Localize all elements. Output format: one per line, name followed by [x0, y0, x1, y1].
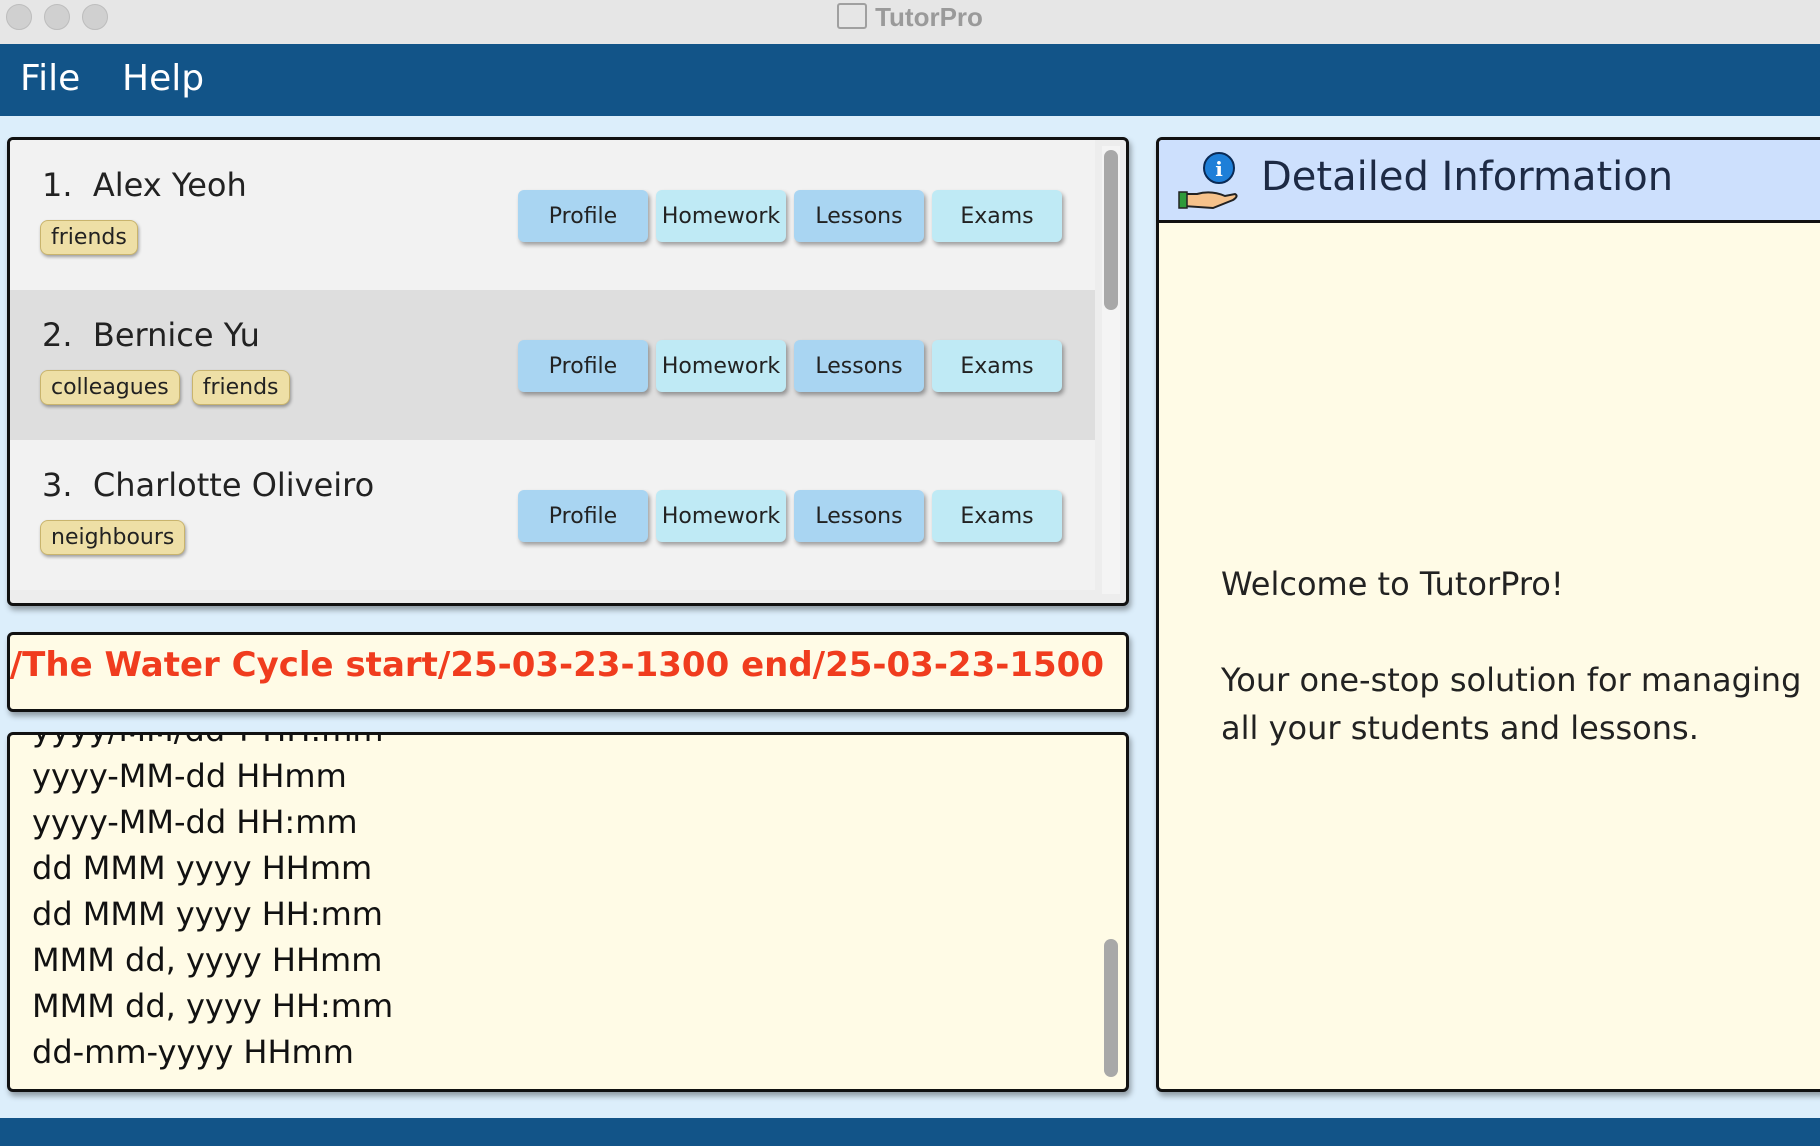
welcome-tagline: Your one-stop solution for managing all …	[1221, 661, 1802, 747]
lessons-button[interactable]: Lessons	[794, 490, 924, 542]
exams-button[interactable]: Exams	[932, 340, 1062, 392]
student-name: 1. Alex Yeoh	[42, 166, 247, 204]
result-line: dd-mm-yyyy HHmm	[32, 1033, 354, 1071]
student-name-text: Bernice Yu	[92, 316, 260, 354]
window-title: TutorPro	[0, 2, 1820, 33]
svg-text:i: i	[1215, 157, 1223, 181]
result-line: MMM dd, yyyy HH:mm	[32, 987, 394, 1025]
profile-button[interactable]: Profile	[518, 490, 648, 542]
result-line: yyyy-MM-dd HHmm	[32, 757, 347, 795]
student-tags: colleagues friends	[40, 370, 290, 405]
row-actions: Profile Homework Lessons Exams	[518, 340, 1062, 392]
student-list-panel: 1. Alex Yeoh friends Profile Homework Le…	[7, 137, 1129, 606]
row-actions: Profile Homework Lessons Exams	[518, 190, 1062, 242]
student-name: 2. Bernice Yu	[42, 316, 260, 354]
command-input[interactable]: /The Water Cycle start/25-03-23-1300 end…	[10, 645, 1104, 685]
result-line: dd MMM yyyy HH:mm	[32, 895, 383, 933]
list-scrollbar[interactable]	[1102, 146, 1120, 594]
list-scrollbar-thumb[interactable]	[1104, 150, 1118, 310]
tag-badge: colleagues	[40, 370, 180, 405]
student-tags: neighbours	[40, 520, 186, 555]
homework-button[interactable]: Homework	[656, 490, 786, 542]
student-index: 2.	[42, 316, 73, 354]
profile-button[interactable]: Profile	[518, 340, 648, 392]
status-bar	[0, 1118, 1820, 1146]
result-scrollbar-thumb[interactable]	[1104, 939, 1118, 1077]
student-name-text: Alex Yeoh	[92, 166, 247, 204]
exams-button[interactable]: Exams	[932, 190, 1062, 242]
result-line: yyyy/MM/dd'T'HH:mm	[32, 735, 393, 753]
window-title-text: TutorPro	[875, 2, 983, 32]
tag-badge: friends	[191, 370, 290, 405]
student-row[interactable]: 3. Charlotte Oliveiro neighbours Profile…	[10, 440, 1095, 590]
student-name-text: Charlotte Oliveiro	[92, 466, 375, 504]
result-lines: yyyy/MM/dd'T'HH:mm yyyy-MM-dd HHmm yyyy-…	[32, 735, 394, 1075]
homework-button[interactable]: Homework	[656, 340, 786, 392]
tag-badge: friends	[40, 220, 138, 255]
lessons-button[interactable]: Lessons	[794, 340, 924, 392]
profile-button[interactable]: Profile	[518, 190, 648, 242]
welcome-heading: Welcome to TutorPro!	[1221, 565, 1564, 603]
menu-file[interactable]: File	[20, 58, 80, 99]
result-line: yyyy-MM-dd HH:mm	[32, 803, 358, 841]
window-titlebar: TutorPro	[0, 0, 1820, 45]
result-line: MMM dd, yyyy HHmm	[32, 941, 383, 979]
row-actions: Profile Homework Lessons Exams	[518, 490, 1062, 542]
student-tags: friends	[40, 220, 138, 255]
menu-bar: File Help	[0, 44, 1820, 116]
app-icon	[837, 3, 868, 29]
student-index: 1.	[42, 166, 73, 204]
student-index: 3.	[42, 466, 73, 504]
detail-panel: i Detailed Information Welcome to TutorP…	[1156, 137, 1820, 1092]
tag-badge: neighbours	[40, 520, 186, 555]
detail-header: i Detailed Information	[1159, 140, 1820, 223]
command-box[interactable]: /The Water Cycle start/25-03-23-1300 end…	[7, 632, 1129, 712]
result-line: dd MMM yyyy HHmm	[32, 849, 373, 887]
result-display: yyyy/MM/dd'T'HH:mm yyyy-MM-dd HHmm yyyy-…	[7, 732, 1129, 1092]
lessons-button[interactable]: Lessons	[794, 190, 924, 242]
exams-button[interactable]: Exams	[932, 490, 1062, 542]
student-row[interactable]: 2. Bernice Yu colleagues friends Profile…	[10, 290, 1095, 440]
welcome-message: Welcome to TutorPro! Your one-stop solut…	[1221, 560, 1820, 752]
info-hand-icon: i	[1178, 152, 1238, 210]
detail-title: Detailed Information	[1261, 154, 1674, 200]
menu-help[interactable]: Help	[122, 58, 204, 99]
homework-button[interactable]: Homework	[656, 190, 786, 242]
student-name: 3. Charlotte Oliveiro	[42, 466, 374, 504]
student-row[interactable]: 1. Alex Yeoh friends Profile Homework Le…	[10, 140, 1095, 290]
result-scrollbar[interactable]	[1102, 741, 1120, 1081]
